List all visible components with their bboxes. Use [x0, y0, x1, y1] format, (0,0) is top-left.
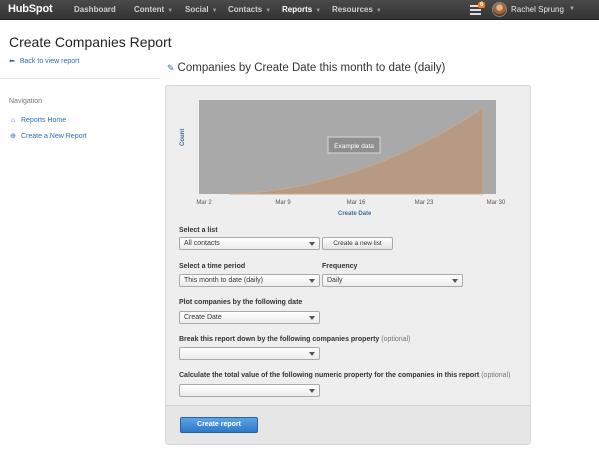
sidebar-item-create-report[interactable]: ⊕ Create a New Report	[9, 132, 87, 140]
x-tick-label: Mar 23	[415, 200, 434, 206]
sidebar-heading: Navigation	[9, 98, 43, 105]
sidebar-item-label: Create a New Report	[21, 133, 87, 140]
user-avatar[interactable]	[492, 2, 507, 17]
chevron-down-icon: ▼	[167, 8, 174, 14]
create-report-button[interactable]: Create report	[180, 417, 258, 433]
nav-item-reports[interactable]: Reports ▼	[282, 5, 321, 14]
nav-item-label: Content	[134, 5, 165, 14]
nav-item-social[interactable]: Social ▼	[185, 5, 218, 14]
breakdown-label: Break this report down by the following …	[179, 336, 410, 343]
chevron-down-icon	[452, 279, 458, 283]
pencil-icon[interactable]: ✎	[167, 63, 175, 73]
nav-item-label: Reports	[282, 5, 313, 14]
chevron-down-icon	[309, 279, 315, 283]
chevron-down-icon	[309, 316, 315, 320]
create-new-list-button[interactable]: Create a new list	[322, 237, 393, 250]
page-title: Create Companies Report	[9, 34, 172, 50]
sidebar-item-reports-home[interactable]: ⌂ Reports Home	[9, 117, 66, 124]
top-nav-bar: HubSpot Dashboard Content ▼ Social ▼ Conta…	[0, 0, 599, 20]
breakdown-select[interactable]	[179, 347, 320, 360]
frequency-select[interactable]: Daily	[322, 274, 463, 287]
list-select[interactable]: All contacts	[179, 237, 320, 250]
chevron-down-icon: ▼	[211, 8, 218, 14]
back-to-report-link[interactable]: ⬅ Back to view report	[9, 57, 79, 65]
chevron-down-icon	[309, 352, 315, 356]
plot-date-select[interactable]: Create Date	[179, 311, 320, 324]
total-value-select[interactable]	[179, 384, 320, 397]
x-tick-label: Mar 9	[275, 200, 291, 206]
notification-badge[interactable]: 6	[478, 2, 486, 8]
chevron-down-icon[interactable]: ▼	[569, 6, 575, 12]
house-icon: ⌂	[10, 117, 16, 124]
list-label: Select a list	[179, 227, 218, 234]
optional-text: (optional)	[381, 336, 411, 343]
report-title-text: Companies by Create Date this month to d…	[177, 62, 446, 74]
chevron-down-icon: ▼	[265, 8, 272, 14]
plot-date-label: Plot companies by the following date	[179, 299, 303, 306]
arrow-left-icon: ⬅	[9, 58, 15, 65]
total-value-label: Calculate the total value of the followi…	[179, 372, 510, 379]
frequency-value: Daily	[327, 277, 343, 284]
chevron-down-icon: ▼	[315, 8, 322, 14]
nav-item-label: Dashboard	[74, 5, 116, 14]
time-period-value: This month to date (daily)	[184, 277, 263, 284]
nav-item-contacts[interactable]: Contacts ▼	[228, 5, 271, 14]
sidebar-item-label: Reports Home	[21, 117, 67, 124]
nav-item-resources[interactable]: Resources ▼	[332, 5, 382, 14]
chevron-down-icon	[309, 389, 315, 393]
back-link-label: Back to view report	[19, 58, 80, 65]
chevron-down-icon	[309, 242, 315, 246]
time-period-label: Select a time period	[179, 263, 246, 270]
chart-svg: Example data Mar 2 Mar 9 Mar 16 Mar 23 Mar 30	[196, 100, 506, 206]
hubspot-logo[interactable]: HubSpot	[8, 3, 53, 15]
total-value-label-text: Calculate the total value of the followi…	[179, 372, 480, 379]
plus-circle-icon: ⊕	[10, 133, 16, 140]
logo-text: HubSpot	[8, 3, 53, 15]
nav-item-label: Resources	[332, 5, 373, 14]
chevron-down-icon: ▼	[375, 8, 382, 14]
report-title[interactable]: ✎ Companies by Create Date this month to …	[167, 62, 445, 74]
nav-item-dashboard[interactable]: Dashboard	[74, 5, 116, 14]
nav-item-label: Social	[185, 5, 209, 14]
list-select-value: All contacts	[184, 240, 220, 247]
chart-x-axis-label: Create Date	[338, 211, 372, 217]
x-tick-label: Mar 16	[347, 200, 366, 206]
x-tick-label: Mar 30	[487, 200, 506, 206]
x-tick-label: Mar 2	[196, 200, 212, 206]
example-data-overlay: Example data	[327, 136, 381, 154]
user-name[interactable]: Rachel Sprung	[511, 5, 564, 14]
frequency-label: Frequency	[322, 263, 358, 270]
nav-item-label: Contacts	[228, 5, 263, 14]
chart-container: Example data Mar 2 Mar 9 Mar 16 Mar 23 Mar 30	[186, 97, 510, 221]
optional-text: (optional)	[481, 372, 511, 379]
time-period-select[interactable]: This month to date (daily)	[179, 274, 320, 287]
plot-date-value: Create Date	[184, 314, 222, 321]
example-data-label: Example data	[334, 143, 374, 150]
divider	[0, 78, 160, 79]
breakdown-label-text: Break this report down by the following …	[179, 336, 380, 343]
nav-item-content[interactable]: Content ▼	[134, 5, 173, 14]
